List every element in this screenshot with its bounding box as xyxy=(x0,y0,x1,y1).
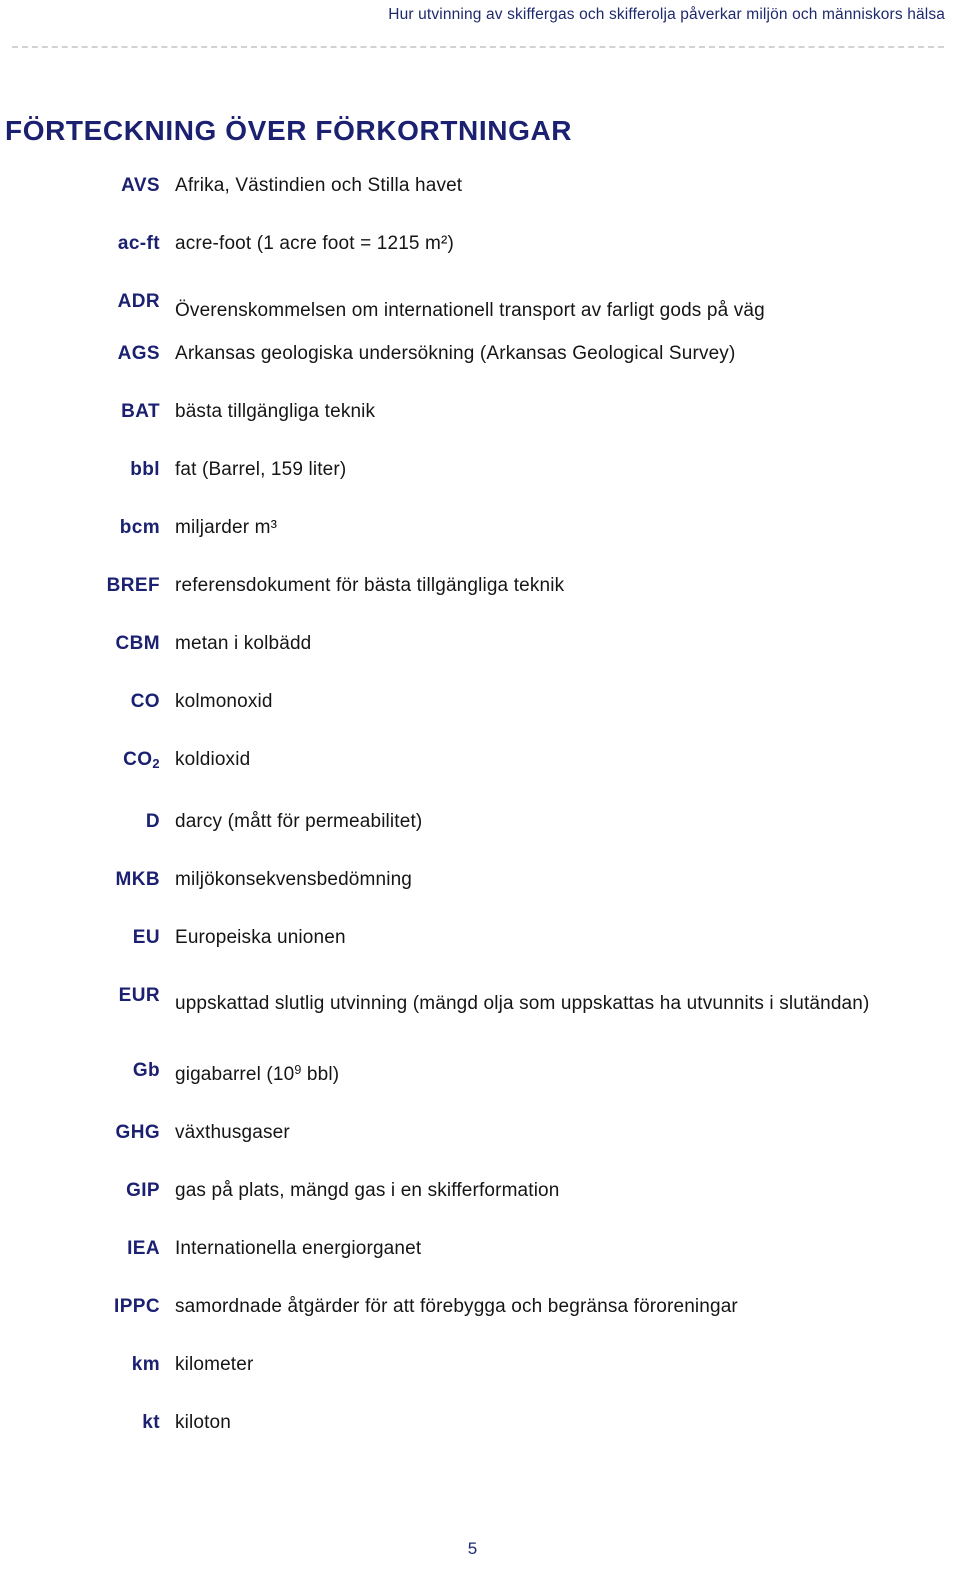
abbreviation-row: GIP gas på plats, mängd gas i en skiffer… xyxy=(0,1177,960,1204)
abbreviation-row: GHG växthusgaser xyxy=(0,1119,960,1146)
abbreviation-term: Gb xyxy=(132,1059,160,1081)
page-number: 5 xyxy=(467,1539,478,1558)
abbreviation-row: IPPC samordnade åtgärder för att förebyg… xyxy=(0,1293,960,1320)
abbreviation-term: EUR xyxy=(118,984,160,1006)
abbreviation-row: EUR uppskattad slutlig utvinning (mängd … xyxy=(0,982,960,1026)
abbreviation-definition: koldioxid xyxy=(175,749,251,770)
abbreviation-definition: darcy (mått för permeabilitet) xyxy=(175,810,423,832)
abbreviation-definition: uppskattad slutlig utvinning (mängd olja… xyxy=(175,992,870,1014)
abbreviation-row: bbl fat (Barrel, 159 liter) xyxy=(0,456,960,483)
abbreviation-definition: Arkansas geologiska undersökning (Arkans… xyxy=(175,343,736,364)
abbreviation-row: BAT bästa tillgängliga teknik xyxy=(0,398,960,425)
abbreviation-definition: samordnade åtgärder för att förebygga oc… xyxy=(175,1295,738,1317)
abbreviation-definition: Överenskommelsen om internationell trans… xyxy=(175,300,765,321)
abbreviation-row: km kilometer xyxy=(0,1351,960,1378)
header-divider-rule xyxy=(12,46,944,48)
abbreviation-row: Gb gigabarrel (109 bbl) xyxy=(0,1057,960,1088)
abbreviation-row: D darcy (mått för permeabilitet) xyxy=(0,808,960,835)
abbreviation-term: km xyxy=(131,1353,160,1375)
abbreviation-row: IEA Internationella energiorganet xyxy=(0,1235,960,1262)
abbreviation-definition: Europeiska unionen xyxy=(175,926,346,948)
abbreviation-term: GHG xyxy=(115,1121,160,1143)
abbreviation-term: AGS xyxy=(117,343,160,364)
abbreviation-definition: bästa tillgängliga teknik xyxy=(175,401,376,422)
abbreviation-definition: kolmonoxid xyxy=(175,691,273,712)
abbreviation-term: CO xyxy=(130,691,160,712)
abbreviation-row: MKB miljökonsekvensbedömning xyxy=(0,866,960,893)
abbreviation-definition: kilometer xyxy=(175,1353,254,1375)
abbreviation-term: AVS xyxy=(121,175,160,196)
abbreviation-row: bcm miljarder m³ xyxy=(0,514,960,541)
abbreviation-definition: gas på plats, mängd gas i en skifferform… xyxy=(175,1179,560,1201)
abbreviation-term-co2: CO2 xyxy=(123,749,160,771)
abbreviation-definition: acre-foot (1 acre foot = 1215 m²) xyxy=(175,233,454,254)
abbreviation-row: CO2 koldioxid xyxy=(0,746,960,777)
abbreviation-row: AVS Afrika, Västindien och Stilla havet xyxy=(0,172,960,199)
abbreviation-definition: miljarder m³ xyxy=(175,517,278,538)
abbreviation-term: ADR xyxy=(117,291,160,312)
running-header: Hur utvinning av skiffergas och skiffero… xyxy=(388,6,945,23)
abbreviation-row: AGS Arkansas geologiska undersökning (Ar… xyxy=(0,340,960,367)
abbreviation-row: CBM metan i kolbädd xyxy=(0,630,960,657)
abbreviation-row: CO kolmonoxid xyxy=(0,688,960,715)
abbreviation-term: IPPC xyxy=(114,1295,160,1317)
abbreviation-term: D xyxy=(145,810,160,832)
abbreviation-row: BREF referensdokument för bästa tillgäng… xyxy=(0,572,960,599)
abbreviation-row: ac-ft acre-foot (1 acre foot = 1215 m²) xyxy=(0,230,960,257)
abbreviation-definition: Internationella energiorganet xyxy=(175,1237,422,1259)
superscript-9: 9 xyxy=(294,1062,302,1077)
abbreviation-term: GIP xyxy=(126,1179,160,1201)
abbreviation-term: bbl xyxy=(130,459,160,480)
abbreviation-definition: växthusgaser xyxy=(175,1121,290,1143)
abbreviation-term: bcm xyxy=(119,517,160,538)
abbreviation-definition: Afrika, Västindien och Stilla havet xyxy=(175,175,463,196)
abbreviation-term: BREF xyxy=(106,575,160,596)
subscript-2: 2 xyxy=(152,755,160,771)
abbreviation-row: EU Europeiska unionen xyxy=(0,924,960,951)
abbreviation-definition: metan i kolbädd xyxy=(175,633,312,654)
abbreviation-row: ADR Överenskommelsen om internationell t… xyxy=(0,288,960,334)
abbreviation-term: BAT xyxy=(121,401,160,422)
abbreviation-row: kt kiloton xyxy=(0,1409,960,1436)
abbreviation-definition: gigabarrel (109 bbl) xyxy=(175,1062,340,1085)
page-title: FÖRTECKNING ÖVER FÖRKORTNINGAR xyxy=(5,114,573,146)
abbreviation-term: kt xyxy=(142,1411,160,1433)
abbreviation-term: EU xyxy=(132,926,160,948)
abbreviation-term: IEA xyxy=(127,1237,160,1259)
abbreviation-list: AVS Afrika, Västindien och Stilla havet … xyxy=(0,172,960,1467)
abbreviation-definition: miljökonsekvensbedömning xyxy=(175,868,413,890)
abbreviation-term: CBM xyxy=(115,633,160,654)
abbreviation-term: MKB xyxy=(115,868,160,890)
abbreviation-definition: kiloton xyxy=(175,1411,231,1433)
abbreviation-definition: fat (Barrel, 159 liter) xyxy=(175,459,347,480)
abbreviation-term: ac-ft xyxy=(117,233,160,254)
abbreviation-definition: referensdokument för bästa tillgängliga … xyxy=(175,575,565,596)
